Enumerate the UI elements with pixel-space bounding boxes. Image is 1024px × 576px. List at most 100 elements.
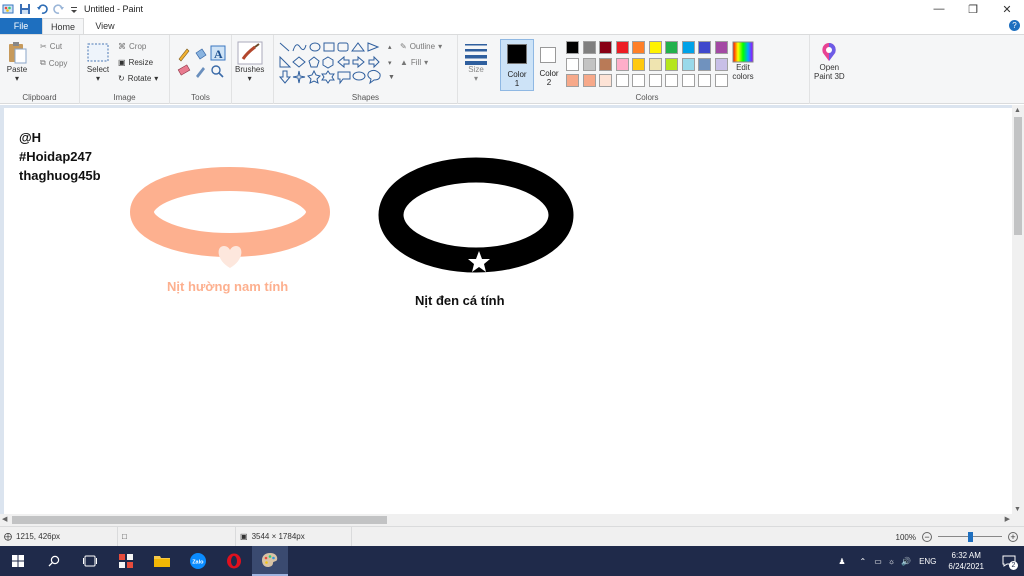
zoom-out-icon[interactable]: − (922, 532, 932, 542)
crop-button[interactable]: ⌘ Crop (118, 42, 146, 51)
shapes-scroll[interactable]: ▴ ▾ ▼ (388, 43, 396, 81)
minimize-button[interactable]: — (922, 0, 956, 18)
people-icon[interactable]: ♟ (838, 557, 845, 566)
open-paint3d-button[interactable]: Open Paint 3D (814, 41, 845, 81)
palette-swatch[interactable] (632, 57, 645, 71)
zoom-slider[interactable] (938, 532, 1002, 542)
select-button[interactable]: Select ▾ (86, 41, 110, 83)
close-button[interactable]: ✕ (990, 0, 1024, 18)
outline-button[interactable]: ✎ Outline ▾ (400, 42, 442, 51)
taskbar-app-widgets[interactable] (108, 546, 144, 576)
zoom-slider-thumb[interactable] (967, 532, 973, 542)
palette-swatch[interactable] (714, 74, 728, 87)
vertical-scrollbar[interactable]: ▲ ▼ (1012, 105, 1024, 514)
start-button[interactable] (0, 546, 36, 576)
paste-icon (9, 42, 27, 64)
resize-button[interactable]: ▣ Resize (118, 58, 153, 67)
eraser-icon[interactable] (177, 64, 191, 76)
palette-swatch[interactable] (566, 57, 579, 71)
vertical-scroll-thumb[interactable] (1014, 117, 1022, 235)
task-view-button[interactable] (72, 546, 108, 576)
color2-button[interactable]: Color 2 (535, 39, 563, 91)
palette-swatch[interactable] (615, 57, 629, 71)
palette-swatch[interactable] (599, 74, 612, 87)
palette-swatch[interactable] (582, 41, 596, 54)
palette-swatch[interactable] (681, 74, 695, 87)
taskbar-file-explorer[interactable] (144, 546, 180, 576)
fill-button[interactable]: ▲ Fill ▾ (400, 58, 428, 67)
battery-icon[interactable]: ▭ (874, 557, 882, 566)
right-caption: Nịt đen cá tính (415, 293, 505, 308)
edit-colors-button[interactable]: Edit colors (732, 41, 754, 81)
fill-bucket-icon[interactable] (195, 48, 207, 60)
color1-button[interactable]: Color 1 (500, 39, 534, 91)
notification-center-button[interactable]: 2 (994, 546, 1024, 576)
input-language[interactable]: ENG (919, 557, 936, 566)
title-bar: Untitled - Paint — ❐ ✕ (0, 0, 1024, 18)
paint3d-icon (822, 43, 836, 61)
tools-label: Tools (191, 93, 210, 102)
copy-button[interactable]: ⧉ Copy (40, 58, 67, 68)
palette-swatch[interactable] (599, 41, 612, 54)
taskbar-opera[interactable] (216, 546, 252, 576)
scroll-down-icon[interactable]: ▼ (1014, 506, 1021, 513)
tab-view[interactable]: View (84, 18, 126, 34)
palette-swatch[interactable] (681, 57, 695, 71)
scroll-left-icon[interactable]: ◀ (2, 515, 7, 523)
restore-button[interactable]: ❐ (956, 0, 990, 18)
clock[interactable]: 6:32 AM 6/24/2021 (948, 550, 984, 572)
color-picker-icon[interactable] (196, 67, 205, 78)
paste-button[interactable]: Paste ▾ (6, 41, 28, 83)
rotate-button[interactable]: ↻ Rotate ▾ (118, 74, 158, 83)
horizontal-scroll-thumb[interactable] (12, 516, 387, 524)
palette-swatch[interactable] (582, 57, 596, 71)
brushes-button[interactable]: Brushes ▾ (235, 41, 264, 83)
colors-label: Colors (635, 93, 659, 102)
palette-swatch[interactable] (714, 57, 728, 71)
zoom-in-icon[interactable]: + (1008, 532, 1018, 542)
tab-home[interactable]: Home (42, 18, 84, 34)
palette-swatch[interactable] (648, 41, 662, 54)
drawing-canvas[interactable]: @H #Hoidap247 thaghuog45b Nịt hường nam … (4, 108, 1012, 514)
size-button[interactable]: Size ▾ (464, 41, 488, 83)
wifi-icon[interactable]: ☼ (888, 557, 895, 566)
save-icon[interactable] (19, 3, 31, 15)
show-hidden-icons[interactable]: ⌃ (859, 557, 866, 566)
palette-swatch[interactable] (714, 41, 728, 54)
volume-icon[interactable]: 🔊 (901, 557, 911, 566)
redo-icon[interactable] (53, 3, 65, 15)
tab-file[interactable]: File (0, 18, 42, 34)
palette-swatch[interactable] (648, 57, 662, 71)
palette-swatch[interactable] (648, 74, 662, 87)
help-icon[interactable]: ? (1009, 20, 1020, 31)
palette-swatch[interactable] (681, 41, 695, 54)
scroll-up-icon[interactable]: ▲ (1014, 107, 1021, 114)
magnifier-icon[interactable] (211, 65, 224, 78)
palette-swatch[interactable] (632, 74, 645, 87)
palette-swatch[interactable] (566, 74, 579, 87)
palette-swatch[interactable] (665, 41, 678, 54)
customize-toolbar-icon[interactable] (70, 3, 78, 15)
undo-icon[interactable] (36, 3, 48, 15)
search-button[interactable] (36, 546, 72, 576)
palette-swatch[interactable] (566, 41, 579, 54)
taskbar-paint[interactable] (252, 546, 288, 576)
palette-swatch[interactable] (698, 41, 711, 54)
taskbar-zalo[interactable]: Zalo (180, 546, 216, 576)
shapes-gallery[interactable] (278, 41, 390, 85)
palette-swatch[interactable] (665, 74, 678, 87)
palette-swatch[interactable] (698, 57, 711, 71)
palette-swatch[interactable] (698, 74, 711, 87)
palette-swatch[interactable] (615, 74, 629, 87)
pencil-icon[interactable] (178, 48, 190, 62)
scroll-right-icon[interactable]: ▶ (1005, 515, 1010, 523)
cut-button[interactable]: ✂ Cut (40, 42, 62, 51)
palette-swatch[interactable] (632, 41, 645, 54)
horizontal-scrollbar[interactable]: ◀ ▶ (0, 514, 1012, 526)
palette-swatch[interactable] (599, 57, 612, 71)
palette-swatch[interactable] (615, 41, 629, 54)
left-caption: Nịt hường nam tính (167, 279, 289, 294)
palette-swatch[interactable] (582, 74, 596, 87)
text-icon[interactable]: A (210, 45, 226, 61)
palette-swatch[interactable] (665, 57, 678, 71)
